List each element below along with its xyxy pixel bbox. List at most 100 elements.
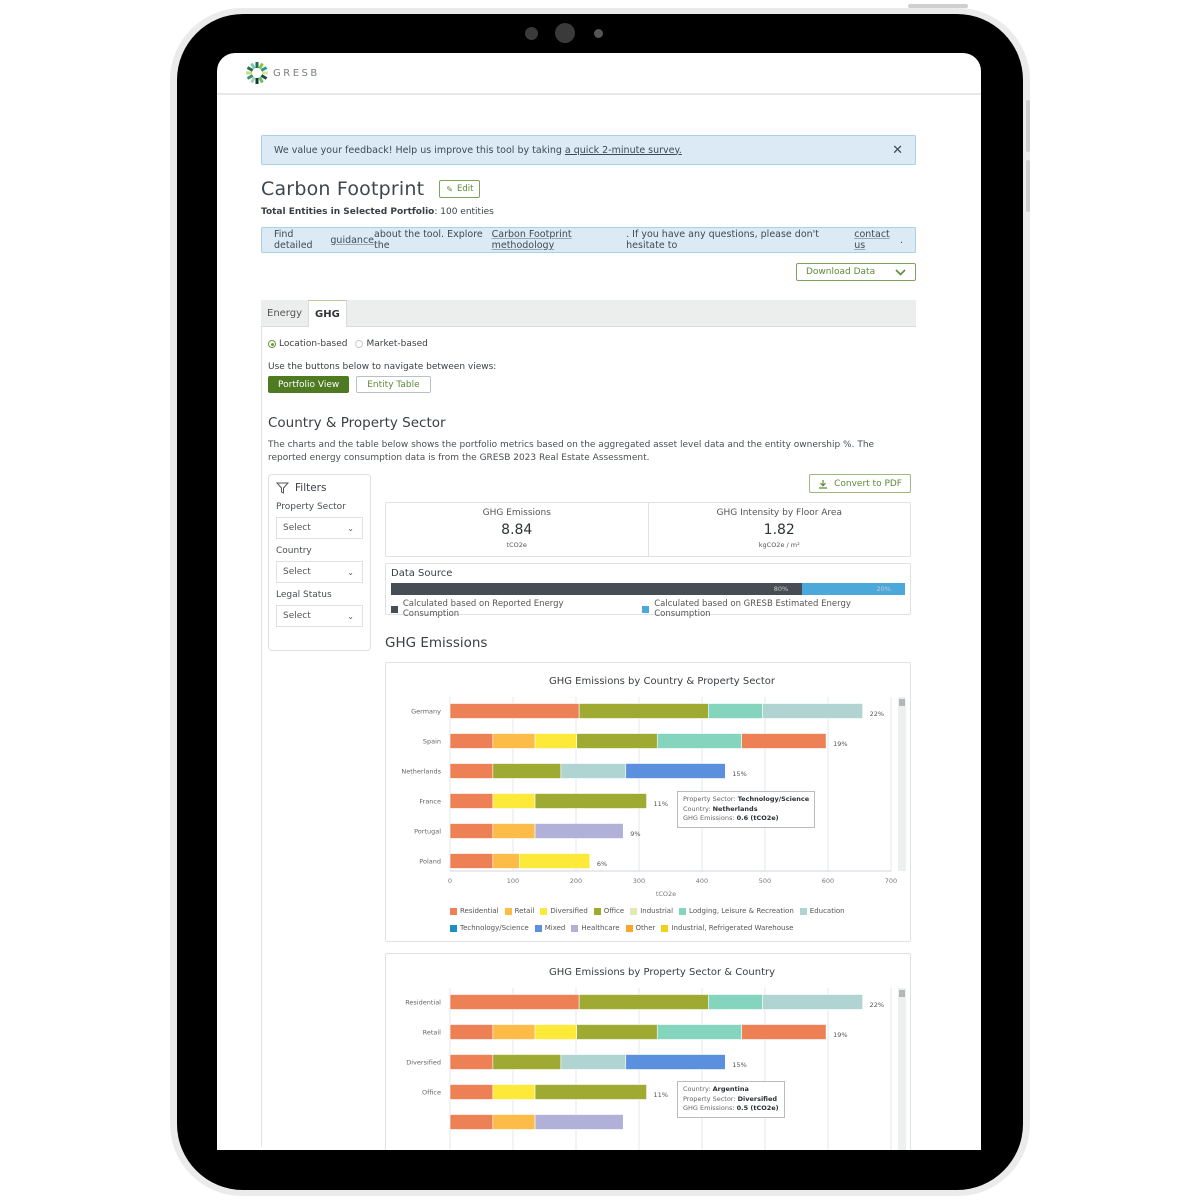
y-category-label: Portugal: [414, 828, 441, 836]
bar-share-label: 11%: [654, 1091, 668, 1099]
legend-swatch: [534, 924, 542, 932]
legend-item[interactable]: Office: [593, 907, 625, 915]
radio-location-based[interactable]: Location-based: [268, 339, 347, 349]
legend-item[interactable]: Diversified: [540, 907, 588, 915]
y-category-label: France: [419, 798, 441, 806]
metrics-column: Convert to PDF GHG Emissions 8.84 tCO2e …: [385, 474, 911, 1150]
portfolio-view-button[interactable]: Portfolio View: [268, 376, 350, 393]
legend-label: Education: [809, 907, 845, 915]
legend-item[interactable]: Residential: [450, 907, 499, 915]
chart-scrollbar: [898, 988, 906, 1150]
legend-swatch: [630, 907, 638, 915]
guidance-banner: Find detailed guidance about the tool. E…: [261, 227, 916, 253]
bar-segment: [578, 994, 709, 1010]
legend-swatch: [642, 605, 650, 613]
legend-label: Industrial, Refrigerated Warehouse: [671, 924, 794, 932]
page-title: Carbon Footprint: [261, 178, 425, 200]
legend-item[interactable]: Technology/Science: [450, 924, 529, 932]
logo-ring-segment: [255, 78, 259, 84]
guidance-link[interactable]: guidance: [330, 235, 374, 246]
legend-item[interactable]: Healthcare: [571, 924, 620, 932]
chart-title: GHG Emissions by Property Sector & Count…: [549, 967, 775, 978]
legend-item[interactable]: Industrial: [630, 907, 673, 915]
y-category-label: Poland: [419, 858, 441, 866]
data-source-card: Data Source 80% 20% Calculated based on …: [385, 563, 911, 619]
bar-segment: [656, 1024, 742, 1040]
views-hint: Use the buttons below to navigate betwee…: [268, 362, 497, 372]
legend-item[interactable]: Lodging, Leisure & Recreation: [679, 907, 794, 915]
y-category-label: Netherlands: [401, 768, 441, 776]
tab-energy[interactable]: Energy: [261, 300, 308, 326]
bar-segment: [625, 763, 726, 779]
tab-ghg[interactable]: GHG: [308, 300, 347, 327]
methodology-link[interactable]: Carbon Footprint methodology: [492, 229, 627, 251]
pencil-icon: ✎: [446, 184, 453, 194]
chart-legend: Residential Retail Diversified Office Indust…: [450, 907, 870, 932]
radio-market-based[interactable]: Market-based: [355, 339, 428, 349]
bar-segment: [534, 823, 624, 839]
filter-label-country: Country: [276, 546, 312, 556]
radio-checked-icon: [268, 340, 276, 348]
legend-item[interactable]: Other: [625, 924, 655, 932]
edit-button[interactable]: ✎ Edit: [439, 180, 481, 198]
y-category-label: Spain: [423, 738, 441, 746]
legend-item[interactable]: Mixed: [534, 924, 565, 932]
close-icon[interactable]: ✕: [892, 143, 903, 158]
legend-swatch: [450, 907, 457, 915]
property-sector-select[interactable]: Select ⌄: [276, 517, 363, 539]
legend-item[interactable]: Retail: [504, 907, 534, 915]
bar-share-label: 22%: [870, 1001, 884, 1009]
filter-label-legal-status: Legal Status: [276, 590, 332, 600]
country-select[interactable]: Select ⌄: [276, 561, 363, 583]
bar-segment: [534, 733, 577, 749]
legend-label: Office: [603, 907, 625, 915]
convert-to-pdf-button[interactable]: Convert to PDF: [809, 474, 911, 493]
bar-segment: [741, 1024, 827, 1040]
chart-tooltip: Property Sector: Technology/Science Coun…: [677, 791, 816, 828]
legend-swatch: [593, 907, 601, 915]
survey-link[interactable]: a quick 2-minute survey.: [565, 145, 682, 156]
radio-unchecked-icon: [355, 340, 364, 348]
legend-swatch: [391, 605, 398, 613]
bar-segment: [449, 1084, 494, 1100]
section-description: The charts and the table below shows the…: [268, 440, 875, 463]
bar-segment: [707, 994, 763, 1010]
x-tick-label: 500: [759, 877, 771, 885]
gresb-logo[interactable]: GRESB: [245, 61, 320, 85]
chevron-down-icon: ⌄: [347, 611, 354, 621]
bar-segment: [492, 823, 536, 839]
bar-share-label: 19%: [833, 1031, 847, 1039]
download-icon: [819, 479, 828, 489]
feedback-banner: We value your feedback! Help us improve …: [261, 135, 916, 165]
logo-text: GRESB: [273, 67, 320, 79]
legend-item[interactable]: Industrial, Refrigerated Warehouse: [661, 924, 793, 932]
bar-segment: [534, 793, 647, 809]
bar-segment: [560, 1054, 627, 1070]
chart-scrollbar: [898, 697, 906, 871]
x-tick-label: 300: [633, 877, 645, 885]
logo-ring-segment: [246, 71, 252, 75]
legend-swatch: [571, 924, 579, 932]
legend-reported: Calculated based on Reported Energy Cons…: [391, 599, 618, 619]
y-category-label: Diversified: [406, 1059, 441, 1067]
contact-link[interactable]: contact us: [854, 229, 900, 251]
bar-segment: [492, 1054, 562, 1070]
chart-tooltip: Country: Argentina Property Sector: Dive…: [677, 1081, 785, 1118]
bar-segment: [576, 1024, 658, 1040]
chart-sector-country-svg: GHG Emissions by Property Sector & Count…: [405, 967, 906, 1150]
bar-segment: [534, 1024, 577, 1040]
filter-icon: [276, 482, 289, 494]
bar-segment: [492, 793, 536, 809]
entity-table-button[interactable]: Entity Table: [356, 376, 431, 393]
bar-segment: [534, 1084, 647, 1100]
tabs-bar: Energy GHG: [261, 300, 916, 327]
bar-segment: [741, 733, 827, 749]
legend-swatch: [661, 924, 669, 932]
bar-segment: [449, 733, 494, 749]
y-category-label: Office: [422, 1089, 441, 1097]
x-axis-label: tCO2e: [656, 890, 676, 898]
legal-status-select[interactable]: Select ⌄: [276, 605, 363, 627]
filters-panel: Filters Property Sector Select ⌄ Country …: [268, 474, 371, 651]
download-data-button[interactable]: Download Data: [796, 263, 916, 281]
legend-item[interactable]: Education: [799, 907, 845, 915]
